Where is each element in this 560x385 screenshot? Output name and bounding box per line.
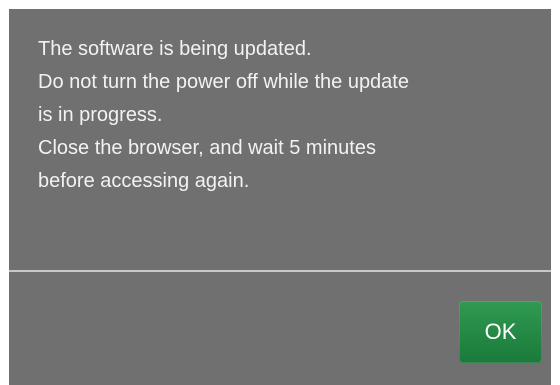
message-line: Do not turn the power off while the upda… <box>38 71 409 93</box>
ok-button[interactable]: OK <box>459 301 542 363</box>
message-line: before accessing again. <box>38 170 250 192</box>
dialog-divider <box>9 270 551 272</box>
message-line: is in progress. <box>38 104 163 126</box>
update-dialog: The software is being updated. Do not tu… <box>9 9 551 385</box>
message-line: Close the browser, and wait 5 minutes <box>38 137 376 159</box>
message-line: The software is being updated. <box>38 38 312 60</box>
update-message: The software is being updated. Do not tu… <box>38 33 538 198</box>
